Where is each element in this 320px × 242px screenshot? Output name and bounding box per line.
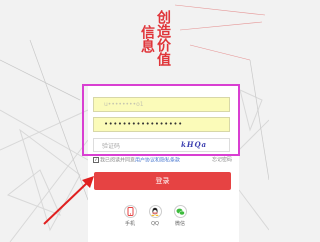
social-label: 微信 [174,221,185,227]
login-phone[interactable]: 手机 [116,205,144,227]
slogan-line-2: 信息 [139,25,155,53]
qq-icon [148,205,162,218]
login-wechat[interactable]: 微信 [166,205,194,227]
social-label: 手机 [124,221,135,227]
agreement-row: ✓ 我已阅读并同意用户协议和隐私条款 [93,157,180,165]
highlight-box [82,84,240,156]
login-button[interactable]: 登录 [94,172,231,190]
agreement-link[interactable]: 用户协议和隐私条款 [135,158,180,164]
phone-icon [123,205,137,218]
pointer-arrow-icon [43,176,94,225]
login-qq[interactable]: QQ [141,205,169,227]
agree-checkbox[interactable]: ✓ [93,157,99,163]
wechat-icon [173,205,187,218]
slogan-line-1: 创造价值 [155,10,171,66]
agree-text: 我已阅读并同意 [100,157,136,164]
social-label: QQ [151,221,159,227]
forgot-password-link[interactable]: 忘记密码 [212,157,232,164]
